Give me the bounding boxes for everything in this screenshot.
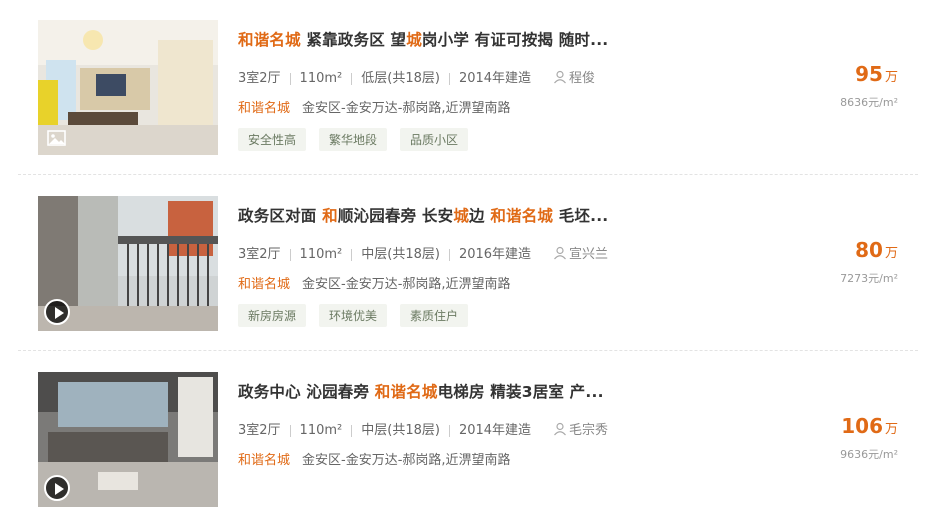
price-unit: 万 bbox=[884, 70, 898, 85]
meta-separator bbox=[289, 248, 291, 261]
community-link[interactable]: 和谐名城 bbox=[238, 277, 290, 292]
title-segment: 城 bbox=[453, 207, 470, 225]
title-segment: 城 bbox=[406, 31, 422, 49]
listing-title[interactable]: 政务区对面 和顺沁园春旁 长安城边 和谐名城 毛坯... bbox=[238, 204, 608, 226]
feature-tag: 素质住户 bbox=[400, 304, 469, 327]
meta-built: 2014年建造 bbox=[458, 71, 532, 86]
unit-price: 9636元/m² bbox=[840, 448, 898, 461]
meta-separator bbox=[448, 248, 450, 261]
agent-name[interactable]: 宣兴兰 bbox=[553, 246, 609, 262]
title-segment: 边 bbox=[469, 207, 491, 225]
listing-location: 和谐名城 金安区-金安万达-郝岗路,近淠望南路 bbox=[238, 273, 511, 292]
meta-built: 2016年建造 bbox=[458, 247, 532, 262]
listing-divider bbox=[18, 174, 918, 175]
photo-icon bbox=[47, 130, 66, 146]
price-number: 95 bbox=[855, 62, 883, 86]
agent-icon bbox=[554, 246, 566, 260]
title-segment: 顺沁园春旁 长安 bbox=[337, 207, 454, 225]
total-price: 106 万 bbox=[841, 414, 898, 438]
title-segment: 电梯房 精装3居室 产... bbox=[437, 383, 604, 401]
listing-tags: 新房房源 环境优美 素质住户 bbox=[238, 304, 481, 327]
meta-separator bbox=[351, 72, 353, 85]
listing-divider bbox=[18, 350, 918, 351]
title-segment: 和谐名城 bbox=[238, 31, 301, 49]
listing-title[interactable]: 和谐名城 紧靠政务区 望城岗小学 有证可按揭 随时... bbox=[238, 28, 608, 50]
meta-floor: 中层(共18层) bbox=[361, 247, 440, 262]
listing-location: 和谐名城 金安区-金安万达-郝岗路,近淠望南路 bbox=[238, 449, 511, 468]
meta-floor: 中层(共18层) bbox=[361, 423, 440, 438]
feature-tag: 品质小区 bbox=[400, 128, 469, 151]
listing-tags: 安全性高 繁华地段 品质小区 bbox=[238, 128, 481, 151]
feature-tag: 繁华地段 bbox=[319, 128, 388, 151]
agent-label: 程俊 bbox=[569, 71, 596, 86]
meta-separator bbox=[289, 72, 291, 85]
meta-area: 110m² bbox=[299, 247, 343, 262]
meta-separator bbox=[448, 72, 450, 85]
feature-tag: 新房房源 bbox=[238, 304, 307, 327]
agent-name[interactable]: 毛宗秀 bbox=[553, 422, 609, 438]
unit-price: 8636元/m² bbox=[840, 96, 898, 109]
meta-separator bbox=[351, 424, 353, 437]
agent-name[interactable]: 程俊 bbox=[553, 70, 596, 86]
title-segment: 政务中心 沁园春旁 bbox=[238, 383, 375, 401]
listing-location: 和谐名城 金安区-金安万达-郝岗路,近淠望南路 bbox=[238, 97, 511, 116]
address-text: 金安区-金安万达-郝岗路,近淠望南路 bbox=[302, 277, 511, 292]
meta-separator bbox=[351, 248, 353, 261]
title-segment: 和 bbox=[322, 207, 338, 225]
listing-meta: 3室2厅 110m² 低层(共18层) 2014年建造 程俊 bbox=[238, 67, 595, 86]
meta-layout: 3室2厅 bbox=[238, 423, 281, 438]
meta-layout: 3室2厅 bbox=[238, 247, 281, 262]
meta-separator bbox=[289, 424, 291, 437]
listing-thumbnail[interactable] bbox=[38, 196, 218, 331]
agent-icon bbox=[554, 422, 566, 436]
play-icon[interactable] bbox=[44, 299, 70, 325]
community-link[interactable]: 和谐名城 bbox=[238, 453, 290, 468]
meta-built: 2014年建造 bbox=[458, 423, 532, 438]
total-price: 95 万 bbox=[855, 62, 898, 86]
feature-tag: 环境优美 bbox=[319, 304, 388, 327]
agent-label: 宣兴兰 bbox=[569, 247, 609, 262]
listing-thumbnail[interactable] bbox=[38, 20, 218, 155]
listing-title[interactable]: 政务中心 沁园春旁 和谐名城电梯房 精装3居室 产... bbox=[238, 380, 604, 402]
title-segment: 和谐名城 bbox=[374, 383, 438, 401]
meta-separator bbox=[448, 424, 450, 437]
meta-floor: 低层(共18层) bbox=[361, 71, 440, 86]
total-price: 80 万 bbox=[855, 238, 898, 262]
address-text: 金安区-金安万达-郝岗路,近淠望南路 bbox=[302, 453, 511, 468]
title-segment: 紧靠政务区 望 bbox=[300, 31, 407, 49]
community-link[interactable]: 和谐名城 bbox=[238, 101, 290, 116]
address-text: 金安区-金安万达-郝岗路,近淠望南路 bbox=[302, 101, 511, 116]
title-segment: 毛坯... bbox=[553, 207, 609, 225]
listing-meta: 3室2厅 110m² 中层(共18层) 2014年建造 毛宗秀 bbox=[238, 419, 608, 438]
listing-thumbnail[interactable] bbox=[38, 372, 218, 507]
price-number: 80 bbox=[855, 238, 883, 262]
agent-label: 毛宗秀 bbox=[569, 423, 609, 438]
meta-area: 110m² bbox=[299, 423, 343, 438]
price-unit: 万 bbox=[884, 246, 898, 261]
price-unit: 万 bbox=[884, 422, 898, 437]
unit-price: 7273元/m² bbox=[840, 272, 898, 285]
feature-tag: 安全性高 bbox=[238, 128, 307, 151]
agent-icon bbox=[554, 70, 566, 84]
meta-layout: 3室2厅 bbox=[238, 71, 281, 86]
title-segment: 和谐名城 bbox=[490, 207, 554, 225]
meta-area: 110m² bbox=[299, 71, 343, 86]
title-segment: 岗小学 有证可按揭 随时... bbox=[421, 31, 609, 49]
listing-meta: 3室2厅 110m² 中层(共18层) 2016年建造 宣兴兰 bbox=[238, 243, 608, 262]
title-segment: 政务区对面 bbox=[238, 207, 323, 225]
price-number: 106 bbox=[841, 414, 883, 438]
play-icon[interactable] bbox=[44, 475, 70, 501]
